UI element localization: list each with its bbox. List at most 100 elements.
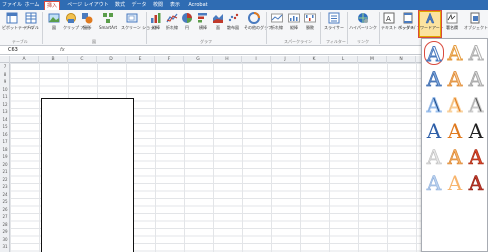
wordart-style-item[interactable]: A <box>424 145 444 170</box>
picture-button[interactable]: 図 <box>46 12 62 30</box>
wordart-sample: A <box>468 119 484 143</box>
other-charts-button[interactable]: その他のグラフ <box>244 12 272 30</box>
column-header[interactable]: M <box>358 56 387 63</box>
text-box-button[interactable]: A テキスト ボックス <box>381 12 414 30</box>
column-header[interactable]: B <box>39 56 68 63</box>
header-footer-button[interactable]: ヘッダー/ フッター <box>398 12 433 30</box>
wordart-style-item[interactable]: A <box>466 41 486 66</box>
bar-chart-button[interactable]: 横棒 <box>196 12 210 30</box>
column-header[interactable]: J <box>271 56 300 63</box>
wordart-style-item[interactable]: A <box>445 41 465 66</box>
pivot-table-icon <box>6 12 18 24</box>
wordart-button[interactable]: ワードアート <box>418 10 444 38</box>
row-header[interactable]: 22 <box>0 176 10 184</box>
pie-chart-button[interactable]: 円 <box>180 12 194 30</box>
slicer-icon <box>328 12 340 24</box>
table-button[interactable]: テーブル <box>23 12 39 30</box>
column-header[interactable]: L <box>329 56 358 63</box>
row-header[interactable]: 26 <box>0 206 10 214</box>
column-header[interactable]: G <box>184 56 213 63</box>
tab-page-layout[interactable]: ページ レイアウト <box>66 1 110 10</box>
object-button[interactable]: オブジェクト <box>464 12 488 30</box>
pie-chart-icon <box>182 13 192 23</box>
row-header[interactable]: 24 <box>0 191 10 199</box>
row-header[interactable]: 13 <box>0 108 10 116</box>
tab-view[interactable]: 表示 <box>169 1 181 10</box>
column-header[interactable]: F <box>155 56 184 63</box>
wordart-style-item[interactable]: A <box>466 145 486 170</box>
column-header[interactable]: E <box>126 56 155 63</box>
row-header[interactable]: 23 <box>0 183 10 191</box>
slicer-button[interactable]: スライサー <box>323 12 345 30</box>
pivot-table-button[interactable]: ピボットテーブル <box>2 12 34 30</box>
row-header[interactable]: 15 <box>0 123 10 131</box>
wordart-style-item[interactable]: A <box>424 171 444 196</box>
column-header[interactable]: I <box>242 56 271 63</box>
column-chart-button[interactable]: 縦棒 <box>148 12 164 30</box>
wordart-style-item[interactable]: A <box>445 145 465 170</box>
row-header[interactable]: 11 <box>0 93 10 101</box>
line-chart-button[interactable]: 折れ線 <box>164 12 180 30</box>
wordart-sample: A <box>468 93 484 118</box>
row-header[interactable]: 21 <box>0 168 10 176</box>
column-header[interactable]: D <box>97 56 126 63</box>
row-header[interactable]: 31 <box>0 243 10 251</box>
row-header[interactable]: 18 <box>0 146 10 154</box>
row-header[interactable]: 10 <box>0 86 10 94</box>
wordart-style-item[interactable]: A <box>424 119 444 143</box>
wordart-style-item[interactable]: A <box>466 171 486 196</box>
tab-acrobat[interactable]: Acrobat <box>187 1 209 10</box>
row-header[interactable]: 7 <box>0 63 10 71</box>
screenshot-button[interactable]: スクリーン ショット <box>121 12 158 30</box>
column-header[interactable]: N <box>387 56 416 63</box>
column-header[interactable]: C <box>68 56 97 63</box>
row-header[interactable]: 16 <box>0 131 10 139</box>
tab-insert[interactable]: 挿入 <box>44 1 60 10</box>
fx-label[interactable]: fx <box>60 47 65 54</box>
row-header[interactable]: 25 <box>0 198 10 206</box>
tab-data[interactable]: データ <box>131 1 147 10</box>
signature-line-button[interactable]: 署名欄 <box>443 12 461 30</box>
wordart-style-item[interactable]: A <box>424 67 444 92</box>
sparkline-column-button[interactable]: 縦棒 <box>287 12 301 30</box>
wordart-style-item[interactable]: A <box>445 93 465 118</box>
column-header[interactable]: K <box>300 56 329 63</box>
scatter-chart-button[interactable]: 散布図 <box>226 12 240 30</box>
wordart-style-item[interactable]: A <box>445 119 465 143</box>
row-header[interactable]: 28 <box>0 221 10 229</box>
tab-file[interactable]: ファイル <box>2 1 22 10</box>
wordart-style-item[interactable]: A <box>466 93 486 118</box>
wordart-style-item[interactable]: A <box>424 93 444 118</box>
hyperlink-button[interactable]: ハイパーリンク <box>349 12 377 30</box>
smartart-button[interactable]: SmartArt <box>97 12 119 30</box>
group-label-illustrations: 図 <box>92 39 96 44</box>
row-header[interactable]: 9 <box>0 78 10 86</box>
row-header[interactable]: 19 <box>0 153 10 161</box>
wordart-style-item[interactable]: A <box>424 41 444 67</box>
row-header[interactable]: 14 <box>0 116 10 124</box>
column-header[interactable]: H <box>213 56 242 63</box>
column-header[interactable]: A <box>10 56 39 63</box>
shapes-button[interactable]: 図形 <box>80 12 94 30</box>
tab-review[interactable]: 校閲 <box>152 1 164 10</box>
row-header[interactable]: 17 <box>0 138 10 146</box>
wordart-style-item[interactable]: A <box>445 67 465 92</box>
row-header[interactable]: 27 <box>0 213 10 221</box>
rectangle-shape[interactable] <box>41 98 134 252</box>
row-header[interactable]: 12 <box>0 101 10 109</box>
wordart-style-item[interactable]: A <box>466 67 486 92</box>
row-header[interactable]: 29 <box>0 228 10 236</box>
select-all-corner[interactable] <box>0 56 10 63</box>
area-chart-button[interactable]: 面 <box>212 12 224 30</box>
wordart-style-item[interactable]: A <box>445 171 465 195</box>
tab-formulas[interactable]: 数式 <box>114 1 126 10</box>
sparkline-winloss-button[interactable]: 勝敗 <box>303 12 317 30</box>
row-header[interactable]: 20 <box>0 161 10 169</box>
name-box[interactable]: C63 <box>8 47 48 54</box>
sparkline-line-button[interactable]: 折れ線 <box>269 12 285 30</box>
row-header[interactable]: 8 <box>0 71 10 79</box>
row-header[interactable]: 30 <box>0 236 10 244</box>
clip-art-button[interactable]: クリップ アート <box>63 12 92 30</box>
wordart-style-item[interactable]: A <box>466 119 486 143</box>
tab-home[interactable]: ホーム <box>24 1 40 10</box>
